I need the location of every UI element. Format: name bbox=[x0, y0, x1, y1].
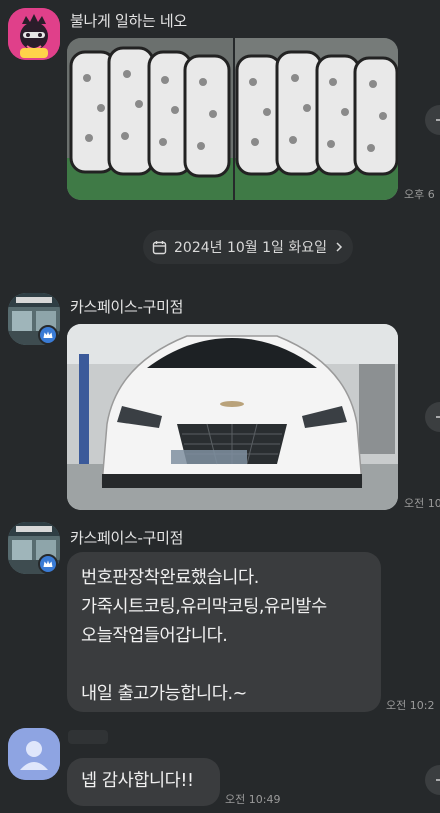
share-button[interactable] bbox=[425, 765, 440, 795]
verified-badge bbox=[38, 325, 58, 345]
message-bubble[interactable]: 번호판장착완료했습니다. 가죽시트코팅,유리막코팅,유리발수 오늘작업들어갑니다… bbox=[67, 552, 381, 712]
share-button[interactable] bbox=[425, 402, 440, 432]
sender-avatar-neo[interactable] bbox=[8, 8, 60, 60]
photo-seat-cover-1[interactable] bbox=[67, 38, 233, 200]
message-line: 넵 감사합니다!! bbox=[81, 771, 194, 791]
verified-badge bbox=[38, 554, 58, 574]
crown-icon bbox=[43, 560, 53, 567]
sender-name: 카스페이스-구미점 bbox=[70, 298, 184, 316]
message-bubble[interactable]: 넵 감사합니다!! bbox=[67, 758, 220, 806]
share-button[interactable] bbox=[425, 105, 440, 135]
calendar-icon bbox=[152, 240, 167, 254]
message-time: 오전 10 bbox=[404, 497, 440, 510]
date-separator[interactable]: 2024년 10월 1일 화요일 bbox=[143, 230, 353, 264]
photo-car[interactable] bbox=[67, 324, 398, 510]
chevron-right-icon bbox=[336, 242, 343, 252]
share-icon bbox=[436, 119, 440, 121]
neo-character-icon bbox=[8, 8, 60, 60]
default-user-icon bbox=[8, 728, 60, 780]
white-suv-photo bbox=[67, 324, 398, 510]
share-icon bbox=[436, 779, 440, 781]
message-time: 오전 10:2 bbox=[386, 699, 435, 712]
chat-screen: 불나게 일하는 네오 오후 6 2024년 10월 1일 화요일 카스페이스-구… bbox=[0, 0, 440, 813]
message-line: 오늘작업들어갑니다. bbox=[81, 626, 228, 646]
sender-name: 카스페이스-구미점 bbox=[70, 529, 184, 547]
share-icon bbox=[436, 416, 440, 418]
sender-avatar-default[interactable] bbox=[8, 728, 60, 780]
message-time: 오후 6 bbox=[404, 188, 435, 201]
message-line-blank bbox=[81, 651, 367, 680]
date-label: 2024년 10월 1일 화요일 bbox=[174, 240, 327, 256]
sender-name: 불나게 일하는 네오 bbox=[70, 12, 187, 30]
message-time: 오전 10:49 bbox=[225, 793, 281, 806]
crown-icon bbox=[43, 331, 53, 338]
seat-cover-photo-1 bbox=[67, 38, 233, 200]
photo-seat-cover-2[interactable] bbox=[235, 38, 398, 200]
message-line: 내일 출고가능합니다.~ bbox=[81, 684, 247, 704]
message-line: 가죽시트코팅,유리막코팅,유리발수 bbox=[81, 597, 327, 617]
message-line: 번호판장착완료했습니다. bbox=[81, 568, 259, 588]
sender-name-redacted bbox=[68, 730, 108, 744]
seat-cover-photo-2 bbox=[235, 38, 398, 200]
